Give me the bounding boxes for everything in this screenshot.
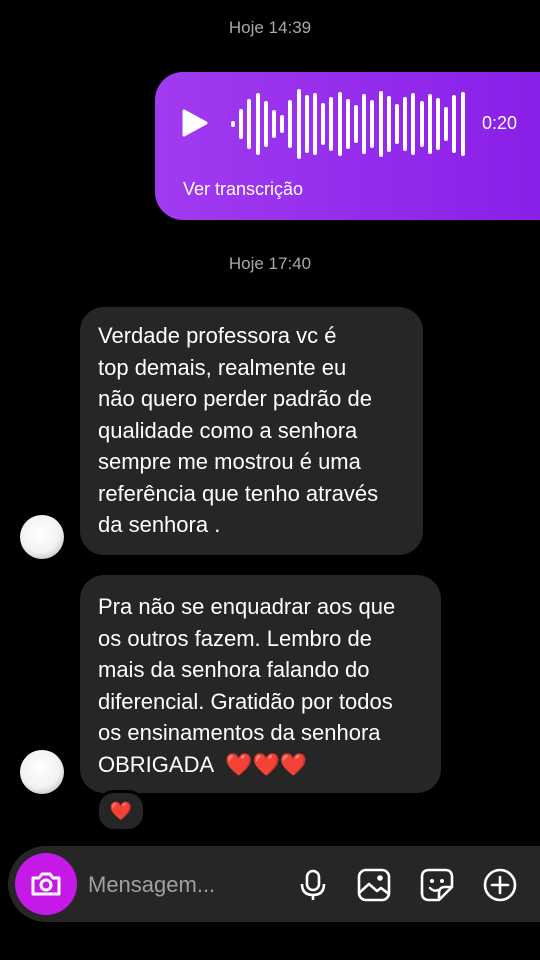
message-line: não quero perder padrão de [98,386,372,411]
timestamp: Hoje 17:40 [228,254,312,273]
message-composer [8,846,540,922]
waveform-bar [255,93,260,155]
waveform-bar [272,110,276,138]
message-bubble[interactable]: Pra não se enquadrar aos que os outros f… [80,575,441,793]
waveform-bar [280,115,285,133]
waveform-bar [304,95,309,153]
audio-message-bubble[interactable]: 0:20 Ver transcrição [155,72,540,220]
waveform-bar [386,96,391,152]
waveform-bar [354,105,358,143]
waveform-bar [427,94,432,154]
waveform-bar [337,92,342,156]
message-line: os outros fazem. Lembro de [98,625,372,651]
waveform-bar [247,99,252,149]
message-line: top demais, realmente eu [98,354,347,380]
waveform-bar [329,97,334,151]
waveform-bar [321,103,326,145]
message-line: da senhora . [98,512,221,537]
message-line: Pra não se enquadrar aos que [98,594,396,619]
waveform-bar [296,89,301,159]
message-bubble[interactable]: Verdade professora vc é top demais, real… [80,307,423,555]
message-line: diferencial. Gratidão por todos [98,688,393,714]
message-line: referência que tenho através [98,480,379,506]
waveform-bar [370,100,375,148]
waveform-bar [345,99,350,149]
waveform-bar [444,107,449,141]
waveform-bar [231,121,235,127]
message-line: qualidade como a senhora [98,417,358,443]
play-icon[interactable] [179,108,209,138]
waveform-bar [239,109,244,139]
waveform-bar [452,95,457,153]
waveform-bar [313,93,317,155]
audio-duration: 0:20 [482,113,518,133]
waveform-bar [395,104,399,144]
plus-circle-icon[interactable] [482,867,518,903]
gallery-icon[interactable] [356,867,392,903]
waveform-bar [436,98,440,150]
message-line: mais da senhora falando do [98,657,370,682]
avatar[interactable] [20,515,64,559]
timestamp: Hoje 14:39 [228,18,312,37]
waveform-bar [419,101,424,147]
message-line: Verdade professora vc é [98,323,337,348]
waveform-bar [403,97,408,151]
view-transcript-link[interactable]: Ver transcrição [183,179,303,200]
waveform-bar [362,94,367,154]
waveform-bar [263,101,268,147]
message-input[interactable] [86,866,280,904]
heart-reaction-emoji: ❤️ [109,800,133,821]
avatar[interactable] [20,750,64,794]
waveform-bar [288,100,293,148]
sticker-icon[interactable] [419,867,455,903]
message-line: os ensinamentos da senhora [98,720,381,745]
camera-button[interactable] [15,853,77,915]
audio-waveform[interactable] [231,87,471,161]
message-line: sempre me mostrou é uma [98,449,361,474]
camera-icon [31,872,61,896]
waveform-bar [378,91,383,157]
waveform-bar [460,92,465,156]
message-line: OBRIGADA ❤️❤️❤️ [98,751,308,777]
microphone-icon[interactable] [295,867,331,903]
waveform-bar [411,93,416,155]
heart-reaction[interactable]: ❤️ [96,790,146,832]
